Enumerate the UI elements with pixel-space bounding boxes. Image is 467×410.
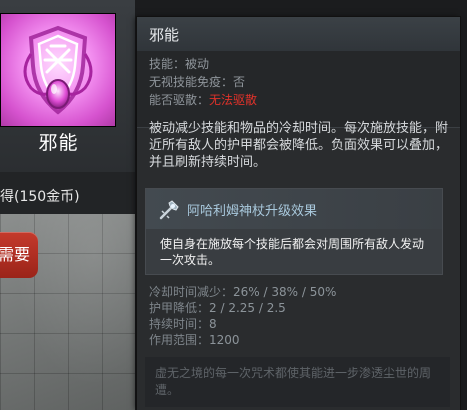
buy-button[interactable]: 需要 (0, 232, 38, 278)
stat-value: 8 (209, 317, 217, 331)
item-name-label: 邪能 (38, 132, 79, 154)
scepter-upgrade-text: 使自身在施放每个技能后都会对周围所有敌人发动一次攻击。 (160, 237, 425, 267)
shop-price-text: 得(150金币) (0, 189, 80, 205)
tooltip-description: 被动减少技能和物品的冷却时间。每次施放技能，附近所有敌人的护甲都会被降低。负面效… (149, 121, 449, 170)
stat-row: 持续时间：8 (149, 315, 217, 332)
stat-row: 冷却时间减少：26% / 38% / 50% (149, 283, 336, 300)
attribute-row: 能否驱散：无法驱散 (149, 91, 257, 108)
tooltip-attributes: 技能：被动 无视技能免疫：否 能否驱散：无法驱散 (137, 51, 460, 127)
tooltip-header: 邪能 (137, 17, 460, 51)
stat-row: 护甲降低：2 / 2.25 / 2.5 (149, 299, 286, 316)
attribute-row: 无视技能免疫：否 (149, 73, 245, 90)
stat-value: 26% / 38% / 50% (233, 285, 337, 299)
item-tooltip: 邪能 技能：被动 无视技能免疫：否 能否驱散：无法驱散 被动减少技能和物品的冷却… (137, 17, 460, 410)
attribute-value: 否 (233, 75, 246, 89)
lore-box: 虚无之境的每一次咒术都使其能进一步渗透尘世的周遭。 (145, 357, 450, 407)
tooltip-title: 邪能 (149, 26, 180, 44)
attribute-row: 技能：被动 (149, 55, 209, 72)
stat-row: 作用范围：1200 (149, 331, 240, 348)
aghanims-scepter-icon (159, 200, 179, 220)
nullifier-item-icon-art (23, 25, 93, 115)
stat-label: 冷却时间减少： (149, 285, 234, 299)
dispel-value: 无法驱散 (209, 93, 258, 107)
stat-value: 1200 (209, 333, 240, 347)
stat-label: 作用范围： (149, 333, 210, 347)
scepter-upgrade-box: 阿哈利姆神杖升级效果 使自身在施放每个技能后都会对周围所有敌人发动一次攻击。 (145, 188, 443, 275)
stat-value: 2 / 2.25 / 2.5 (209, 301, 286, 315)
scepter-upgrade-header: 阿哈利姆神杖升级效果 (146, 189, 442, 229)
attribute-label: 无视技能免疫： (149, 75, 234, 89)
scepter-upgrade-title: 阿哈利姆神杖升级效果 (187, 204, 318, 219)
attribute-label: 能否驱散： (149, 93, 210, 107)
stat-label: 持续时间： (149, 317, 210, 331)
stat-label: 护甲降低： (149, 301, 210, 315)
attribute-label: 技能： (149, 57, 186, 71)
nullifier-item-icon[interactable] (1, 14, 115, 126)
attribute-value: 被动 (185, 57, 210, 71)
lore-text: 虚无之境的每一次咒术都使其能进一步渗透尘世的周遭。 (155, 366, 432, 397)
